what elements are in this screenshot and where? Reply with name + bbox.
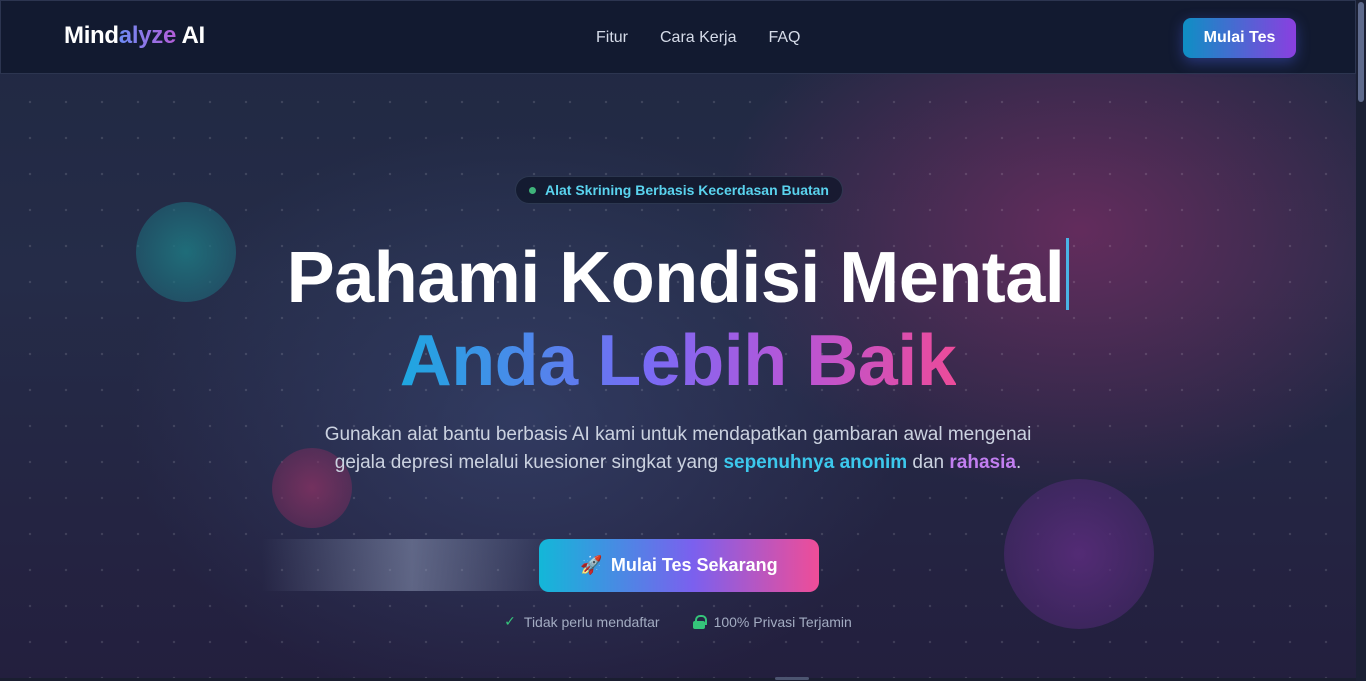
scroll-indicator	[775, 677, 809, 680]
brand-logo[interactable]: Mindalyze AI	[64, 22, 205, 50]
hero-desc-highlight-confidential: rahasia	[949, 452, 1016, 473]
decorative-light-streak	[262, 539, 562, 591]
hero-badge: Alat Skrining Berbasis Kecerdasan Buatan	[515, 176, 843, 204]
nav-link-cara-kerja[interactable]: Cara Kerja	[660, 29, 736, 47]
brand-part-1: Mind	[64, 22, 119, 49]
landing-page: Mindalyze AI Fitur Cara Kerja FAQ Mulai …	[0, 0, 1366, 681]
check-icon: ✓	[504, 613, 516, 629]
trust-item-no-signup-label: Tidak perlu mendaftar	[523, 613, 660, 630]
rocket-icon: 🚀	[580, 555, 603, 575]
trust-item-privacy-label: 100% Privasi Terjamin	[713, 613, 852, 630]
hero-desc-highlight-anonymous: sepenuhnya anonim	[723, 452, 908, 473]
start-test-now-label: Mulai Tes Sekarang	[610, 555, 778, 575]
nav-link-fitur[interactable]: Fitur	[596, 29, 628, 47]
navbar: Mindalyze AI Fitur Cara Kerja FAQ Mulai …	[0, 0, 1356, 74]
start-test-now-button[interactable]: 🚀 Mulai Tes Sekarang	[539, 539, 819, 592]
decorative-blob-purple	[1004, 479, 1154, 629]
trust-item-privacy: 100% Privasi Terjamin	[692, 613, 852, 630]
lock-icon	[692, 614, 707, 629]
brand-part-3: AI	[176, 22, 205, 49]
scrollbar-thumb[interactable]	[1358, 2, 1364, 102]
hero-badge-text: Alat Skrining Berbasis Kecerdasan Buatan	[545, 182, 829, 198]
status-dot-icon	[529, 186, 536, 194]
brand-part-2: alyze	[118, 22, 177, 49]
scrollbar-track[interactable]	[1356, 0, 1366, 681]
hero-desc-text-3: .	[1015, 452, 1022, 473]
header-start-test-button[interactable]: Mulai Tes	[1183, 18, 1296, 58]
trust-indicators: ✓ Tidak perlu mendaftar 100% Privasi Ter…	[0, 613, 1356, 630]
typing-cursor	[1066, 238, 1070, 310]
hero-title-line-2-text: Anda Lebih Baik	[399, 321, 957, 401]
nav-link-faq[interactable]: FAQ	[768, 29, 800, 47]
nav-links: Fitur Cara Kerja FAQ	[596, 29, 801, 47]
hero-description: Gunakan alat bantu berbasis AI kami untu…	[300, 421, 1056, 477]
hero-title-line-1-text: Pahami Kondisi Mental	[286, 238, 1065, 318]
hero-title-line-1: Pahami Kondisi Mental	[0, 238, 1356, 318]
trust-item-no-signup: ✓ Tidak perlu mendaftar	[504, 613, 659, 630]
hero-desc-text-2: dan	[907, 452, 950, 473]
hero-title-line-2: Anda Lebih Baik	[0, 321, 1356, 401]
